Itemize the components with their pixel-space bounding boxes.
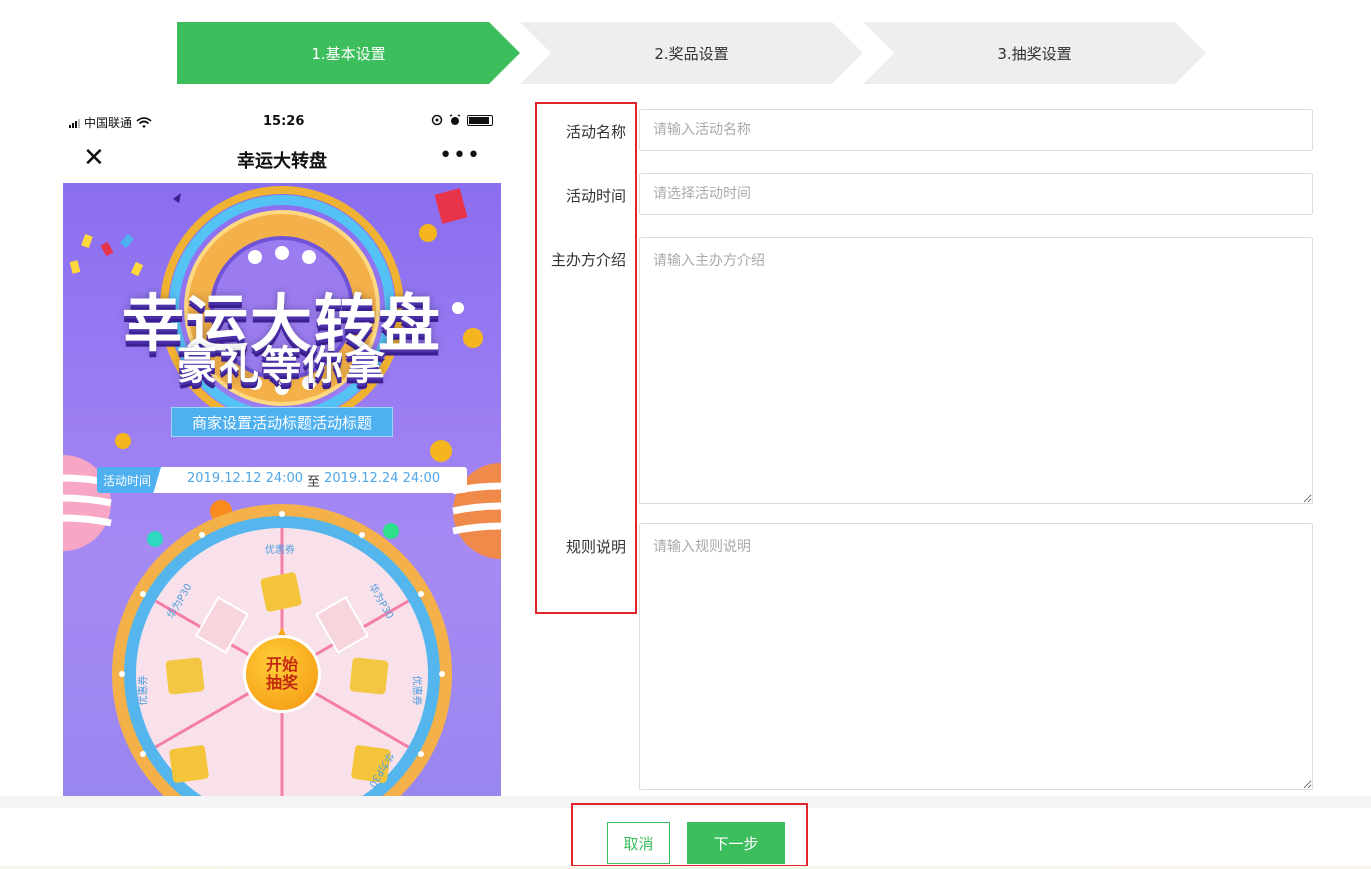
activity-time-start: 2019.12.12 24:00 (187, 470, 304, 486)
organizer-intro-label: 主办方介绍 (550, 251, 626, 269)
poster-subheadline: 豪礼等你拿 (177, 343, 387, 389)
rules-textarea[interactable] (639, 523, 1313, 790)
lucky-wheel-poster: 幸运大转盘 豪礼等你拿 商家设置活动标题活动标题 活动时间 2019.12.12… (63, 183, 501, 796)
step-prize-settings[interactable]: 2.奖品设置 (520, 22, 863, 84)
next-step-button[interactable]: 下一步 (687, 822, 785, 864)
footer-bar (0, 808, 1371, 869)
start-lottery-button[interactable]: 开始抽奖 (243, 635, 321, 713)
step-lottery-settings[interactable]: 3.抽奖设置 (863, 22, 1206, 84)
phone-page-title: 幸运大转盘 (237, 151, 327, 172)
phone-preview: 中国联通 15:26 ✕ 幸运大转盘 ••• 幸运大转盘 豪礼等你拿 商家设置活… (63, 109, 501, 796)
wheel-segment-label: 优惠券 (410, 675, 422, 706)
activity-title-banner: 商家设置活动标题活动标题 (171, 407, 393, 437)
alarm-icon (449, 114, 461, 125)
more-icon[interactable]: ••• (439, 143, 481, 168)
step-basic-settings[interactable]: 1.基本设置 (177, 22, 520, 84)
lock-rotation-icon (431, 114, 443, 126)
activity-name-label: 活动名称 (565, 123, 626, 141)
activity-time-end: 2019.12.24 24:00 (324, 470, 441, 486)
cancel-button[interactable]: 取消 (607, 822, 670, 864)
status-time: 15:26 (263, 114, 305, 129)
activity-time-tag: 活动时间 (97, 467, 162, 493)
step-progress-bar: 1.基本设置 2.奖品设置 3.抽奖设置 (177, 22, 1217, 84)
organizer-intro-textarea[interactable] (639, 237, 1313, 504)
wheel-segment-label: 优惠券 (138, 675, 150, 706)
activity-name-input[interactable] (639, 109, 1313, 151)
footer-divider (0, 796, 1371, 808)
activity-time-picker[interactable] (639, 173, 1313, 215)
rules-label: 规则说明 (565, 538, 626, 556)
phone-nav-bar: ✕ 幸运大转盘 ••• (63, 135, 501, 183)
carrier-name: 中国联通 (84, 116, 133, 130)
phone-status-bar: 中国联通 15:26 (63, 109, 501, 135)
activity-time-label: 活动时间 (565, 187, 626, 205)
signal-icon (69, 118, 80, 128)
activity-time-separator: 至 (307, 474, 321, 490)
wifi-icon (136, 116, 152, 128)
battery-icon (467, 114, 493, 126)
wheel-segment-label: 优惠券 (265, 545, 295, 556)
activity-time-bar: 活动时间 2019.12.12 24:00 至 2019.12.24 24:00 (97, 467, 467, 493)
